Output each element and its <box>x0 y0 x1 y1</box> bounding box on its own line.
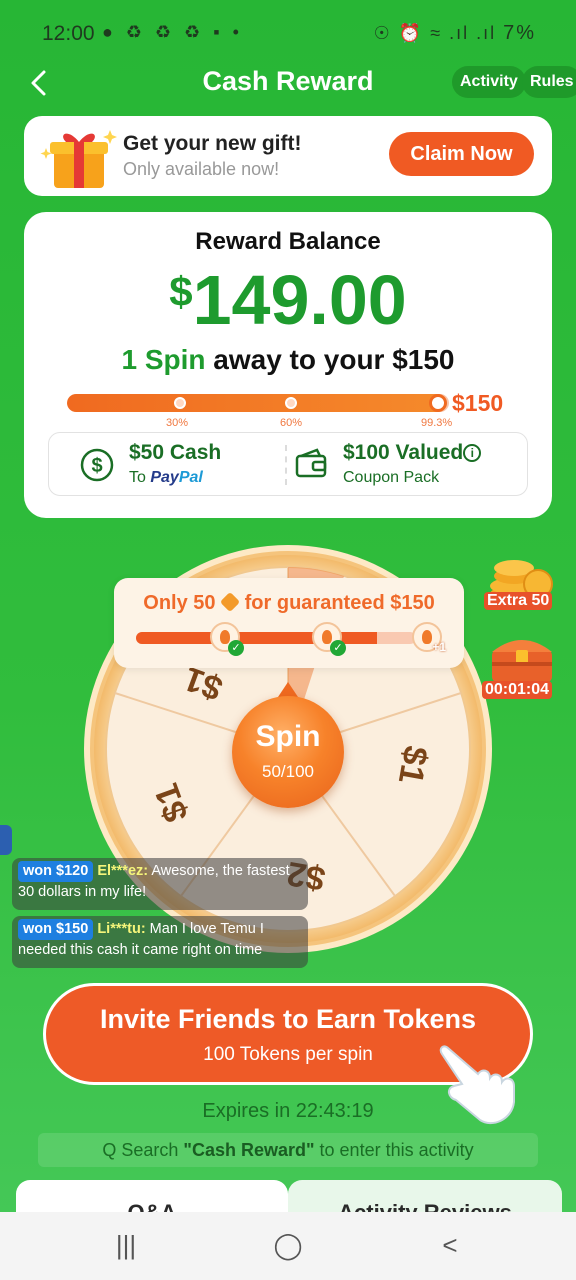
reward-balance-card: Reward Balance $149.00 1 Spin away to yo… <box>24 212 552 518</box>
balance-amount: $149.00 <box>24 260 552 340</box>
guarantee-panel: Only 50 for guaranteed $150 ✓ ✓ +1 <box>114 578 464 668</box>
won-badge: won $150 <box>18 919 94 940</box>
token-count: 50/100 <box>262 762 314 781</box>
battery-percentage: 7% <box>503 22 536 44</box>
expires-countdown: Expires in 22:43:19 <box>202 1100 374 1122</box>
coupon-wallet-icon <box>295 448 327 478</box>
dollar-circle-icon: $ <box>80 448 114 482</box>
cash-option[interactable]: $ $50 Cash To PayPal <box>79 433 259 497</box>
spin-away-text: 1 Spin away to your $150 <box>24 344 552 376</box>
status-bar: 12:00 ● ♻ ♻ ♻ ▪ • ☉ ⏰ ≈ .ıl .ıl 7% <box>0 0 576 64</box>
flame-icon <box>220 630 230 644</box>
currency-symbol: $ <box>169 268 193 315</box>
system-icons: ☉ ⏰ ≈ .ıl .ıl 7% <box>374 22 536 45</box>
winner-feed-item: won $150 Li***tu: Man I love Temu I need… <box>12 916 308 968</box>
treasure-chest-icon[interactable] <box>486 630 558 684</box>
coupon-option[interactable]: $100 Valued i Coupon Pack <box>293 433 523 497</box>
feed-username: Li***tu: <box>97 921 146 937</box>
rules-button[interactable]: Rules <box>522 66 576 98</box>
claim-now-button[interactable]: Claim Now <box>389 132 534 176</box>
balance-value: 149.00 <box>192 261 407 339</box>
info-icon[interactable]: i <box>463 444 482 462</box>
milestone-label: 60% <box>280 417 303 429</box>
check-icon: ✓ <box>228 640 244 656</box>
home-button[interactable]: ◯ <box>268 1230 308 1262</box>
activity-button[interactable]: Activity <box>452 66 526 98</box>
cash-option-subtitle: To PayPal <box>129 469 203 487</box>
gift-subtitle: Only available now! <box>123 159 280 179</box>
guarantee-node: ✓ <box>210 622 244 656</box>
coupon-title-text: $100 Valued <box>343 441 464 464</box>
feed-username: El***ez: <box>97 863 149 879</box>
milestone-dot <box>174 397 186 409</box>
progress-knob <box>429 394 447 412</box>
bonus-label: +1 <box>432 640 446 654</box>
check-icon: ✓ <box>330 640 346 656</box>
guarantee-node: ✓ <box>312 622 346 656</box>
status-time: 12:00 <box>42 22 95 45</box>
won-badge: won $120 <box>18 861 94 882</box>
reward-options: $ $50 Cash To PayPal $100 Valued i Coupon… <box>48 432 528 496</box>
gift-box-icon <box>40 130 117 188</box>
system-nav-bar: ||| ◯ < <box>0 1212 576 1280</box>
milestone-label: 99.3% <box>421 417 453 429</box>
guarantee-text-b: for guaranteed $150 <box>239 592 435 614</box>
notification-icons: ● ♻ ♻ ♻ ▪ • <box>102 22 243 42</box>
signal-icons: ☉ ⏰ ≈ .ıl .ıl <box>373 23 497 43</box>
chest-timer: 00:01:04 <box>482 681 553 699</box>
guarantee-text-a: Only 50 <box>143 592 222 614</box>
guarantee-node: +1 <box>412 622 446 654</box>
winner-feed-item: won $120 El***ez: Awesome, the fastest 3… <box>12 858 308 910</box>
app-header: Cash Reward Activity Rules <box>0 64 576 102</box>
wheel-segment-label: $1 <box>391 743 435 787</box>
guarantee-progress-bar <box>136 632 416 644</box>
gift-banner: Get your new gift! Only available now! C… <box>24 116 552 196</box>
side-drawer-tab[interactable] <box>0 825 12 855</box>
paypal-logo-b: Pal <box>178 469 203 486</box>
milestone-dot <box>285 397 297 409</box>
search-hint-suffix: to enter this activity <box>314 1140 474 1160</box>
search-hint-prefix: Q Search <box>102 1140 184 1160</box>
spin-label: Spin <box>255 720 321 753</box>
search-hint: Q Search "Cash Reward" to enter this act… <box>38 1133 538 1167</box>
paypal-logo: PayPal <box>150 469 202 486</box>
spin-count: 1 Spin <box>121 344 206 375</box>
balance-progress-bar <box>67 394 449 412</box>
coupon-option-subtitle: Coupon Pack <box>343 469 440 486</box>
spin-away-rest: away to your $150 <box>205 344 455 375</box>
progress-target: $150 <box>452 390 504 416</box>
paypal-logo-a: Pay <box>150 469 179 486</box>
flame-icon <box>422 630 432 644</box>
svg-text:$: $ <box>91 455 102 477</box>
milestone-label: 30% <box>166 417 189 429</box>
chevron-left-icon <box>31 70 46 96</box>
gift-title: Get your new gift! <box>123 132 302 155</box>
coupon-option-title: $100 Valued i <box>343 441 482 465</box>
options-divider <box>285 445 287 485</box>
token-coin-icon <box>219 591 241 613</box>
balance-label: Reward Balance <box>195 228 381 255</box>
nav-back-button[interactable]: < <box>430 1230 470 1262</box>
back-button[interactable] <box>24 66 58 100</box>
guarantee-text: Only 50 for guaranteed $150 <box>114 591 464 615</box>
search-hint-keyword: "Cash Reward" <box>183 1140 315 1160</box>
cash-option-title: $50 Cash <box>129 441 222 464</box>
subtitle-prefix: To <box>129 469 151 486</box>
invite-title: Invite Friends to Earn Tokens <box>99 1004 477 1034</box>
extra-tokens-label[interactable]: Extra 50 <box>484 592 553 610</box>
flame-icon <box>322 630 332 644</box>
balance-progress-fill <box>67 394 447 412</box>
spin-button[interactable]: Spin 50/100 <box>232 696 344 808</box>
recent-apps-button[interactable]: ||| <box>106 1230 146 1262</box>
